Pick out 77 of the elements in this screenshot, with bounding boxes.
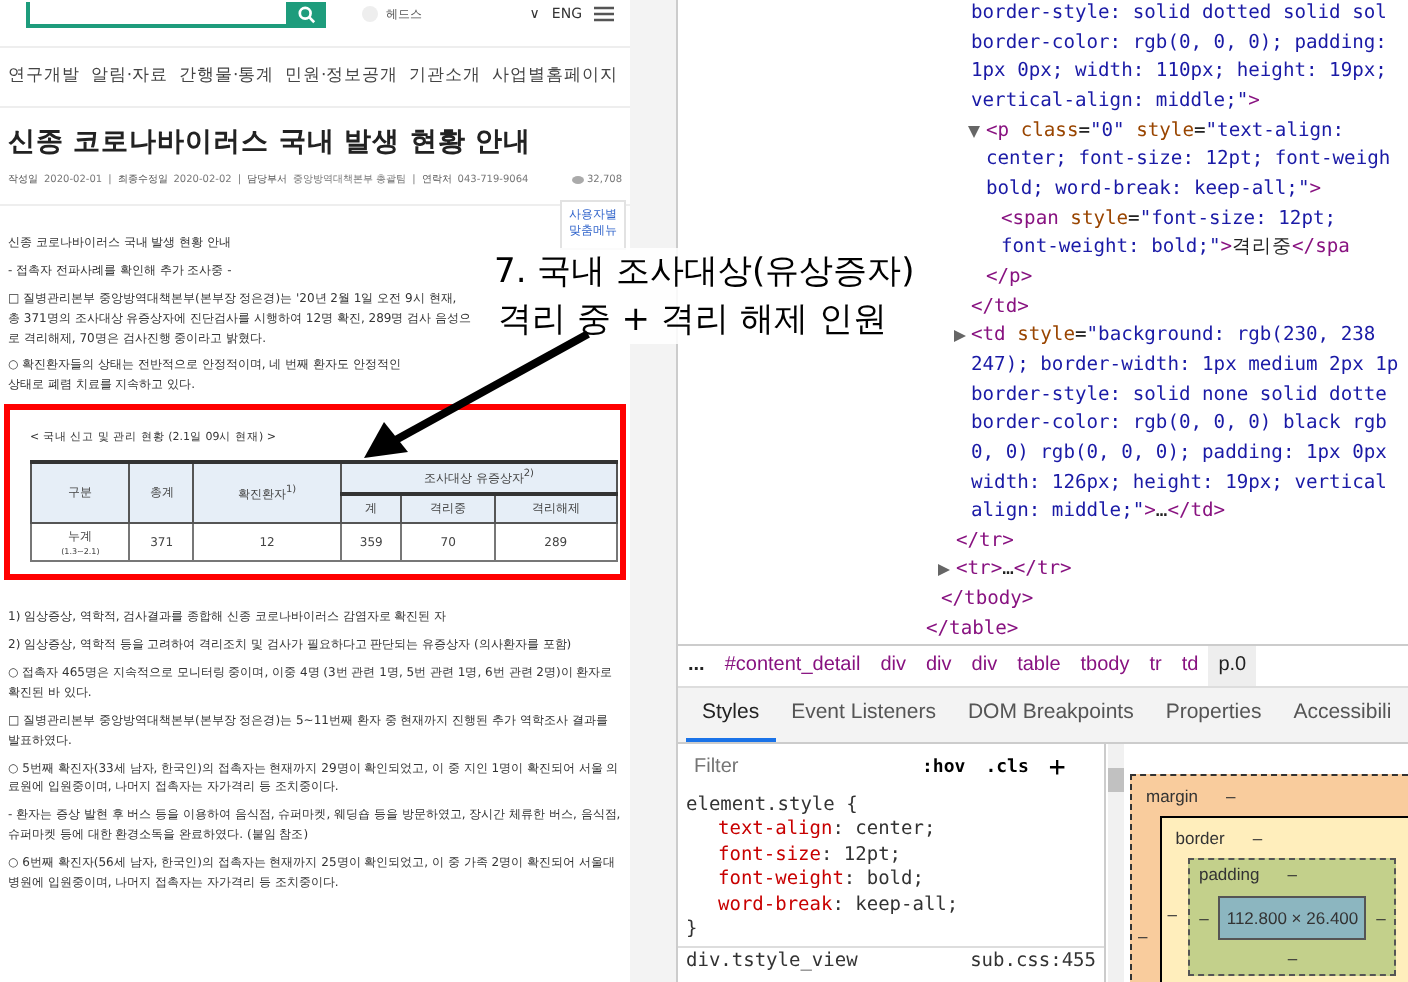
code-line: <tr>…</tr> [956, 556, 1408, 587]
box-value: – [1225, 786, 1236, 806]
scroll-thumb[interactable] [1108, 768, 1124, 792]
box-value: – [1287, 864, 1297, 884]
nav-item[interactable]: 기관소개 [409, 64, 482, 88]
code-line: border-color: rgb(0, 0, 0) black rgb [971, 410, 1389, 439]
code-line: center; font-size: 12pt; font-weigh [986, 146, 1393, 175]
css-declaration: font-weight: bold; [716, 868, 926, 894]
breadcrumb-item[interactable]: div [870, 646, 916, 686]
box-value: – [1252, 828, 1263, 848]
code-line: </table> [926, 615, 1021, 644]
code-line: border-style: solid dotted solid sol [971, 0, 1389, 28]
code-line: 1px 0px; width: 110px; height: 19px; [971, 58, 1389, 87]
breadcrumb-item[interactable]: div [961, 646, 1008, 686]
toggle-arrow-icon[interactable] [938, 564, 950, 577]
box-label: padding [1198, 864, 1260, 884]
code-line: bold; word-break: keep-all;"> [986, 175, 1324, 204]
source-link[interactable]: sub.css:455 [970, 950, 1096, 973]
css-brace: } [686, 918, 700, 943]
breadcrumb-item[interactable]: p.0 [1208, 646, 1257, 686]
breadcrumb-item[interactable]: tr [1139, 646, 1172, 686]
search-button[interactable] [286, 1, 326, 27]
code-line: align: middle;">…</td> [971, 498, 1228, 527]
panel-tab[interactable]: Event Listeners [775, 688, 952, 742]
nav-item[interactable]: 간행물·통계 [178, 64, 275, 88]
page-title: 신종 코로나바이러스 국내 발생 현황 안내 [8, 124, 533, 160]
scrollbar[interactable] [1108, 744, 1124, 982]
code-line: border-color: rgb(0, 0, 0); padding: [971, 29, 1389, 58]
panel-tab[interactable]: DOM Breakpoints [951, 688, 1150, 742]
breadcrumb-item[interactable]: table [1007, 646, 1071, 686]
css-selector: element.style { [686, 794, 860, 819]
search-icon [297, 5, 315, 23]
box-value: – [1285, 948, 1300, 972]
code-line: </tr> [956, 527, 1016, 556]
nav-item[interactable]: 알림·자료 [90, 64, 169, 88]
code-line: </tbody> [941, 586, 1036, 615]
hover-state-button[interactable]: :hov [922, 757, 966, 777]
code-line: </p> [986, 263, 1035, 292]
panel-tab[interactable]: Properties [1149, 688, 1278, 742]
css-declaration: text-align: center; [716, 818, 938, 844]
box-label: border [1175, 828, 1225, 848]
breadcrumb-item[interactable]: div [915, 646, 962, 686]
panel-tab[interactable]: Styles [686, 688, 776, 742]
code-line: border-style: solid none solid dotte [971, 381, 1389, 410]
code-line: vertical-align: middle;"> [971, 87, 1262, 116]
box-value: – [1138, 926, 1148, 946]
code-line: width: 126px; height: 19px; vertical [971, 469, 1389, 497]
code-line: 0, 0) rgb(0, 0, 0); padding: 1px 0px [971, 439, 1389, 468]
breadcrumb-item[interactable]: ... [678, 646, 715, 686]
css-selector: div.tstyle_view [686, 950, 858, 973]
breadcrumb-item[interactable]: td [1171, 646, 1209, 686]
box-label: margin [1146, 786, 1198, 806]
breadcrumb-item[interactable]: tbody [1070, 646, 1140, 686]
code-line: </td> [971, 293, 1031, 322]
box-value: – [1199, 908, 1209, 928]
code-line: <td style="background: rgb(230, 238 [971, 322, 1408, 352]
new-rule-button[interactable]: + [1048, 751, 1066, 783]
nav-item[interactable]: 사업별홈페이지 [491, 64, 618, 88]
css-declaration: font-size: 12pt; [716, 843, 904, 869]
menu-icon[interactable] [594, 6, 614, 22]
nav-item[interactable]: 연구개발 [8, 64, 80, 88]
code-line: <p class="0" style="text-align: [986, 117, 1408, 147]
breadcrumb-item[interactable]: #content_detail [714, 646, 871, 686]
css-declaration: word-break: keep-all; [716, 893, 961, 919]
content-size: 112.800 × 26.400 [1218, 896, 1367, 940]
search-field[interactable] [26, 1, 326, 27]
panel-tab[interactable]: Accessibili [1277, 688, 1408, 742]
box-value: – [1376, 908, 1386, 928]
toggle-arrow-icon[interactable] [953, 330, 965, 343]
toggle-arrow-icon[interactable] [968, 125, 980, 138]
eye-icon [571, 175, 583, 183]
box-value: – [1167, 904, 1177, 924]
code-line: 247); border-width: 1px medium 2px 1p [971, 351, 1401, 380]
nav-item[interactable]: 민원·정보공개 [285, 64, 399, 88]
code-line: <span style="font-size: 12pt; [1001, 205, 1339, 234]
code-line: font-weight: bold;">격리중</spa [1001, 234, 1352, 263]
class-button[interactable]: .cls [985, 757, 1029, 777]
